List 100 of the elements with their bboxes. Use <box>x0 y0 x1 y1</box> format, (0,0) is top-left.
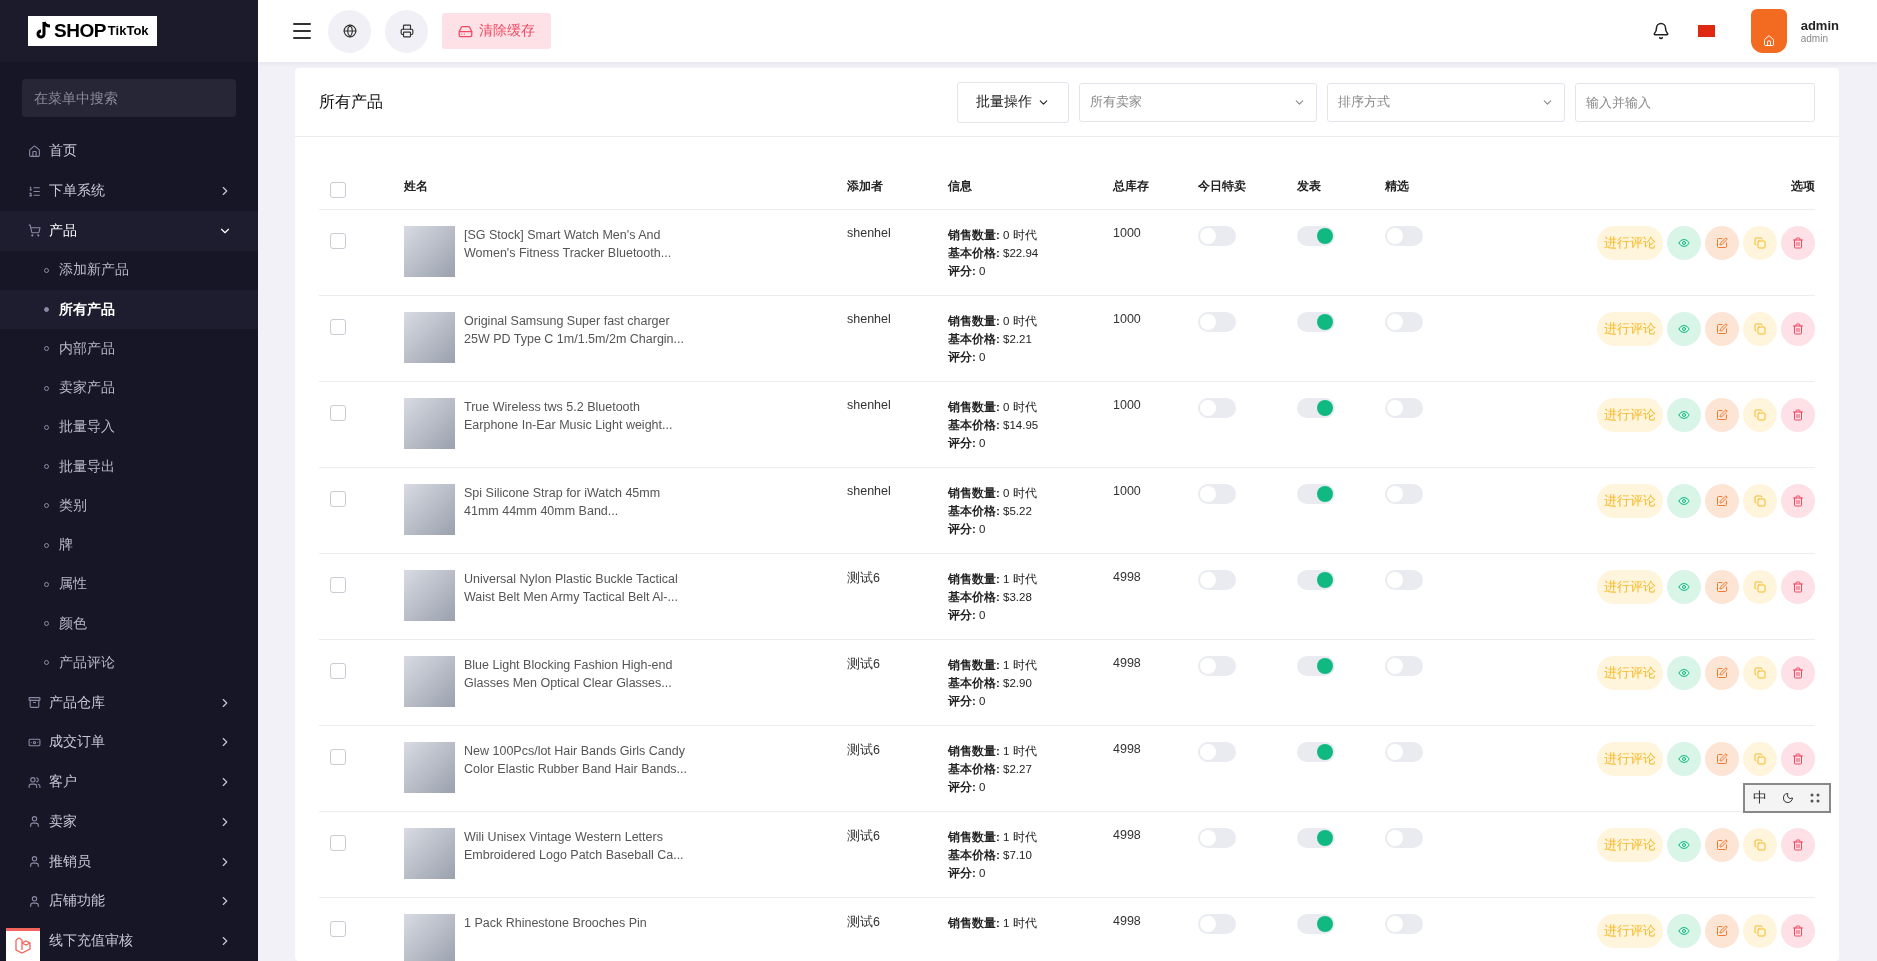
view-button[interactable] <box>1667 226 1701 260</box>
submenu-item[interactable]: 卖家产品 <box>0 368 258 408</box>
copy-button[interactable] <box>1743 312 1777 346</box>
row-checkbox[interactable] <box>330 921 346 937</box>
view-button[interactable] <box>1667 398 1701 432</box>
edit-button[interactable] <box>1705 828 1739 862</box>
eye-icon <box>1678 753 1690 765</box>
menu-search-field[interactable]: 在菜单中搜索 <box>22 78 236 118</box>
copy-button[interactable] <box>1743 828 1777 862</box>
copy-button[interactable] <box>1743 570 1777 604</box>
delete-button[interactable] <box>1781 828 1815 862</box>
copy-button[interactable] <box>1743 226 1777 260</box>
product-name[interactable]: Spi Silicone Strap for iWatch 45mm 41mm 44mm 40mm Band... <box>464 484 694 535</box>
row-checkbox[interactable] <box>330 491 346 507</box>
product-name[interactable]: Original Samsung Super fast charger 25W PD Type C 1m/1.5m/2m Chargin... <box>464 312 694 363</box>
row-checkbox[interactable] <box>330 319 346 335</box>
delete-button[interactable] <box>1781 226 1815 260</box>
shopping-bag-avatar-icon[interactable] <box>1750 9 1787 53</box>
submenu-item[interactable]: 类别 <box>0 486 258 526</box>
menu-item[interactable]: 客户 <box>0 762 258 802</box>
menu-item[interactable]: 店铺功能 <box>0 881 258 922</box>
submenu-item[interactable]: 颜色 <box>0 604 258 644</box>
product-name[interactable]: Wili Unisex Vintage Western Letters Embroidered Logo Patch Baseball Ca... <box>464 828 694 879</box>
list-icon <box>28 184 41 198</box>
product-name[interactable]: [SG Stock] Smart Watch Men's And Women's Fitness Tracker Bluetooth... <box>464 226 694 277</box>
toggle-switch[interactable] <box>1297 226 1335 246</box>
menu-item[interactable]: 推销员 <box>0 841 258 882</box>
sort-select[interactable]: 排序方式 <box>1327 82 1565 122</box>
view-button[interactable] <box>1667 656 1701 690</box>
view-button[interactable] <box>1667 828 1701 862</box>
row-checkbox[interactable] <box>330 749 346 765</box>
toggle-switch[interactable] <box>1297 656 1335 676</box>
view-button[interactable] <box>1667 570 1701 604</box>
product-name[interactable]: 1 Pack Rhinestone Brooches Pin <box>464 914 694 961</box>
toggle-switch[interactable] <box>1297 742 1335 762</box>
notification-icon[interactable] <box>1651 22 1670 40</box>
product-name[interactable]: Universal Nylon Plastic Buckle Tactical Waist Belt Men Army Tactical Belt Al-... <box>464 570 694 621</box>
product-name[interactable]: True Wireless tws 5.2 Bluetooth Earphone In-Ear Music Light weight... <box>464 398 694 449</box>
edit-button[interactable] <box>1705 312 1739 346</box>
view-button[interactable] <box>1667 742 1701 776</box>
edit-button[interactable] <box>1705 484 1739 518</box>
menu-item[interactable]: 产品仓库 <box>0 682 258 723</box>
copy-button[interactable] <box>1743 656 1777 690</box>
row-checkbox[interactable] <box>330 577 346 593</box>
toggle-switch[interactable] <box>1297 570 1335 590</box>
view-button[interactable] <box>1667 484 1701 518</box>
delete-button[interactable] <box>1781 398 1815 432</box>
globe-button[interactable] <box>328 9 371 53</box>
view-button[interactable] <box>1667 914 1701 948</box>
row-checkbox[interactable] <box>330 835 346 851</box>
row-checkbox[interactable] <box>330 233 346 249</box>
submenu-item[interactable]: 内部产品 <box>0 329 258 369</box>
row-checkbox[interactable] <box>330 663 346 679</box>
edit-button[interactable] <box>1705 914 1739 948</box>
logo[interactable]: SHOPTikTok <box>28 15 157 46</box>
edit-button[interactable] <box>1705 226 1739 260</box>
search-field[interactable]: 输入并输入 <box>1575 82 1815 122</box>
input-method-bar[interactable]: 中 <box>1743 783 1831 813</box>
select-all-checkbox[interactable] <box>330 181 346 198</box>
edit-button[interactable] <box>1705 656 1739 690</box>
copy-button[interactable] <box>1743 398 1777 432</box>
submenu-item[interactable]: 牌 <box>0 525 258 565</box>
submenu-item[interactable]: 批量导出 <box>0 447 258 487</box>
flag-icon[interactable] <box>1697 25 1715 37</box>
delete-button[interactable] <box>1781 312 1815 346</box>
toggle-switch[interactable] <box>1297 828 1335 848</box>
submenu-item[interactable]: 添加新产品 <box>0 250 258 290</box>
view-button[interactable] <box>1667 312 1701 346</box>
product-name[interactable]: Blue Light Blocking Fashion High-end Glasses Men Optical Clear Glasses... <box>464 656 694 707</box>
toggle-switch[interactable] <box>1297 914 1335 934</box>
delete-button[interactable] <box>1781 914 1815 948</box>
row-checkbox[interactable] <box>330 405 346 421</box>
debug-logo-icon[interactable] <box>6 928 40 961</box>
copy-button[interactable] <box>1743 914 1777 948</box>
menu-item[interactable]: 下单系统 <box>0 171 258 211</box>
edit-button[interactable] <box>1705 742 1739 776</box>
toggle-switch[interactable] <box>1297 484 1335 504</box>
submenu-item[interactable]: 产品评论 <box>0 643 258 683</box>
submenu-item[interactable]: 批量导入 <box>0 407 258 448</box>
delete-button[interactable] <box>1781 656 1815 690</box>
delete-button[interactable] <box>1781 570 1815 604</box>
bulk-action-button[interactable]: 批量操作 <box>957 81 1069 123</box>
copy-button[interactable] <box>1743 484 1777 518</box>
toggle-switch[interactable] <box>1297 312 1335 332</box>
info-line: 评分: 0 <box>948 694 987 709</box>
toggle-switch[interactable] <box>1297 398 1335 418</box>
product-name[interactable]: New 100Pcs/lot Hair Bands Girls Candy Color Elastic Rubber Band Hair Bands... <box>464 742 694 793</box>
menu-item[interactable]: 成交订单 <box>0 722 258 763</box>
submenu-item[interactable]: 所有产品 <box>0 289 258 330</box>
delete-button[interactable] <box>1781 484 1815 518</box>
copy-button[interactable] <box>1743 742 1777 776</box>
seller-select[interactable]: 所有卖家 <box>1079 82 1317 122</box>
menu-item[interactable]: 产品 <box>0 210 258 251</box>
edit-button[interactable] <box>1705 570 1739 604</box>
delete-button[interactable] <box>1781 742 1815 776</box>
submenu-item[interactable]: 属性 <box>0 564 258 605</box>
menu-item[interactable]: 首页 <box>0 131 258 172</box>
menu-item[interactable]: 卖家 <box>0 801 258 842</box>
edit-button[interactable] <box>1705 398 1739 432</box>
print-button[interactable] <box>385 9 428 53</box>
